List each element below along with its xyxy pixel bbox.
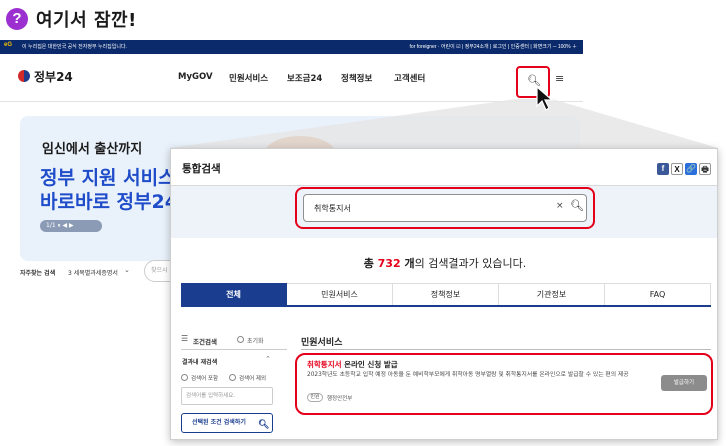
divider [301, 349, 711, 350]
hero-pager[interactable]: 1/1 ⏸ ◀ ▶ [40, 220, 102, 232]
chevron-up-icon[interactable]: ⌃ [265, 355, 271, 363]
exclude-radio-label: 검색어 제외 [239, 376, 267, 382]
search-within-input[interactable]: 검색어를 입력하세요. [181, 387, 273, 405]
search-results-panel: 통합검색 f X 🔗 🖶 취학통지서 × 🔍︎ 총 732 개의 검색결과가 있… [170, 148, 718, 440]
chevron-down-icon[interactable]: ⌄ [124, 266, 130, 274]
tab-civil-service[interactable]: 민원서비스 [287, 283, 393, 305]
question-icon: ? [6, 8, 28, 30]
page-heading: 여기서 잠깐! [36, 10, 137, 31]
site-logo[interactable]: 정부24 [34, 68, 73, 85]
official-site-notice: 이 누리집은 대한민국 공식 전자정부 누리집입니다. [22, 44, 127, 50]
nav-mygov[interactable]: MyGOV [178, 72, 213, 82]
result-description: 2023학년도 초등학교 입학 예정 아동을 둔 예비학부모에게 취학아동 명부… [307, 372, 629, 378]
result-title-rest: 온라인 신청 발급 [341, 360, 398, 369]
frequent-search-label: 자주찾는 검색 [20, 270, 56, 277]
link-copy-icon[interactable]: 🔗 [685, 163, 697, 175]
tab-policy[interactable]: 정책정보 [393, 283, 499, 305]
divider [181, 349, 287, 350]
tab-agency[interactable]: 기관정보 [499, 283, 605, 305]
mouse-cursor-icon [536, 86, 554, 111]
result-count-number: 732 [377, 257, 401, 270]
top-utility-bar: eG 이 누리집은 대한민국 공식 전자정부 누리집입니다. for forei… [0, 40, 583, 54]
result-tabs: 전체 민원서비스 정책정보 기관정보 FAQ [181, 283, 711, 307]
issue-button[interactable]: 발급하기 [661, 375, 707, 391]
tab-all[interactable]: 전체 [181, 283, 287, 305]
search-icon[interactable]: 🔍︎ [570, 199, 584, 212]
x-share-icon[interactable]: X [671, 163, 683, 175]
nav-subsidy[interactable]: 보조금24 [287, 72, 322, 84]
result-title-keyword: 취학통지서 [307, 360, 342, 369]
include-radio-label: 검색어 포함 [191, 376, 219, 382]
search-within-label: 결과내 재검색 [182, 359, 218, 366]
hero-title: 정부 지원 서비스 바로바로 정부24 [40, 167, 178, 213]
filter-search-button[interactable]: 선택된 조건 검색하기 🔍︎ [181, 413, 273, 433]
frequent-search-value[interactable]: 3 세목별과세증명서 [68, 268, 118, 277]
result-agency: 행정안전부 [327, 396, 353, 402]
nav-civil-service[interactable]: 민원서비스 [229, 72, 268, 84]
menu-icon[interactable]: ≡ [555, 72, 564, 85]
filter-label: 조건검색 [193, 338, 217, 346]
filter-icon: ☰ [181, 334, 189, 343]
reset-icon[interactable] [237, 336, 244, 343]
result-prefix: 총 [363, 257, 378, 270]
tab-faq[interactable]: FAQ [605, 283, 711, 305]
nav-policy[interactable]: 정책정보 [341, 72, 372, 84]
include-radio[interactable] [181, 374, 188, 381]
category-badge: 민원 [307, 393, 323, 402]
filter-search-label: 선택된 조건 검색하기 [192, 419, 246, 426]
nav-customer-center[interactable]: 고객센터 [394, 72, 425, 84]
reset-button[interactable]: 초기화 [247, 336, 264, 345]
search-icon: 🔍︎ [258, 420, 270, 430]
clear-icon[interactable]: × [556, 201, 564, 211]
search-input-value: 취학통지서 [314, 204, 351, 213]
egov-logo: eG [4, 42, 13, 48]
result-count-text: 총 732 개의 검색결과가 있습니다. [171, 255, 717, 271]
search-input[interactable]: 취학통지서 × 🔍︎ [303, 194, 587, 222]
utility-links[interactable]: for foreigner · 어린이 ☑ | 정부24소개 | 로그인 | 인… [410, 43, 577, 50]
panel-title: 통합검색 [182, 163, 221, 175]
hero-subtitle: 임신에서 출산까지 [42, 142, 143, 157]
result-unit: 개 [400, 257, 415, 270]
result-title[interactable]: 취학통지서 온라인 신청 발급 [307, 359, 398, 370]
taegeuk-logo-icon [18, 70, 30, 82]
exclude-radio[interactable] [229, 374, 236, 381]
section-title: 민원서비스 [301, 338, 343, 348]
facebook-share-icon[interactable]: f [657, 163, 669, 175]
result-suffix: 의 검색결과가 있습니다. [414, 257, 527, 270]
print-icon[interactable]: 🖶 [699, 163, 711, 175]
